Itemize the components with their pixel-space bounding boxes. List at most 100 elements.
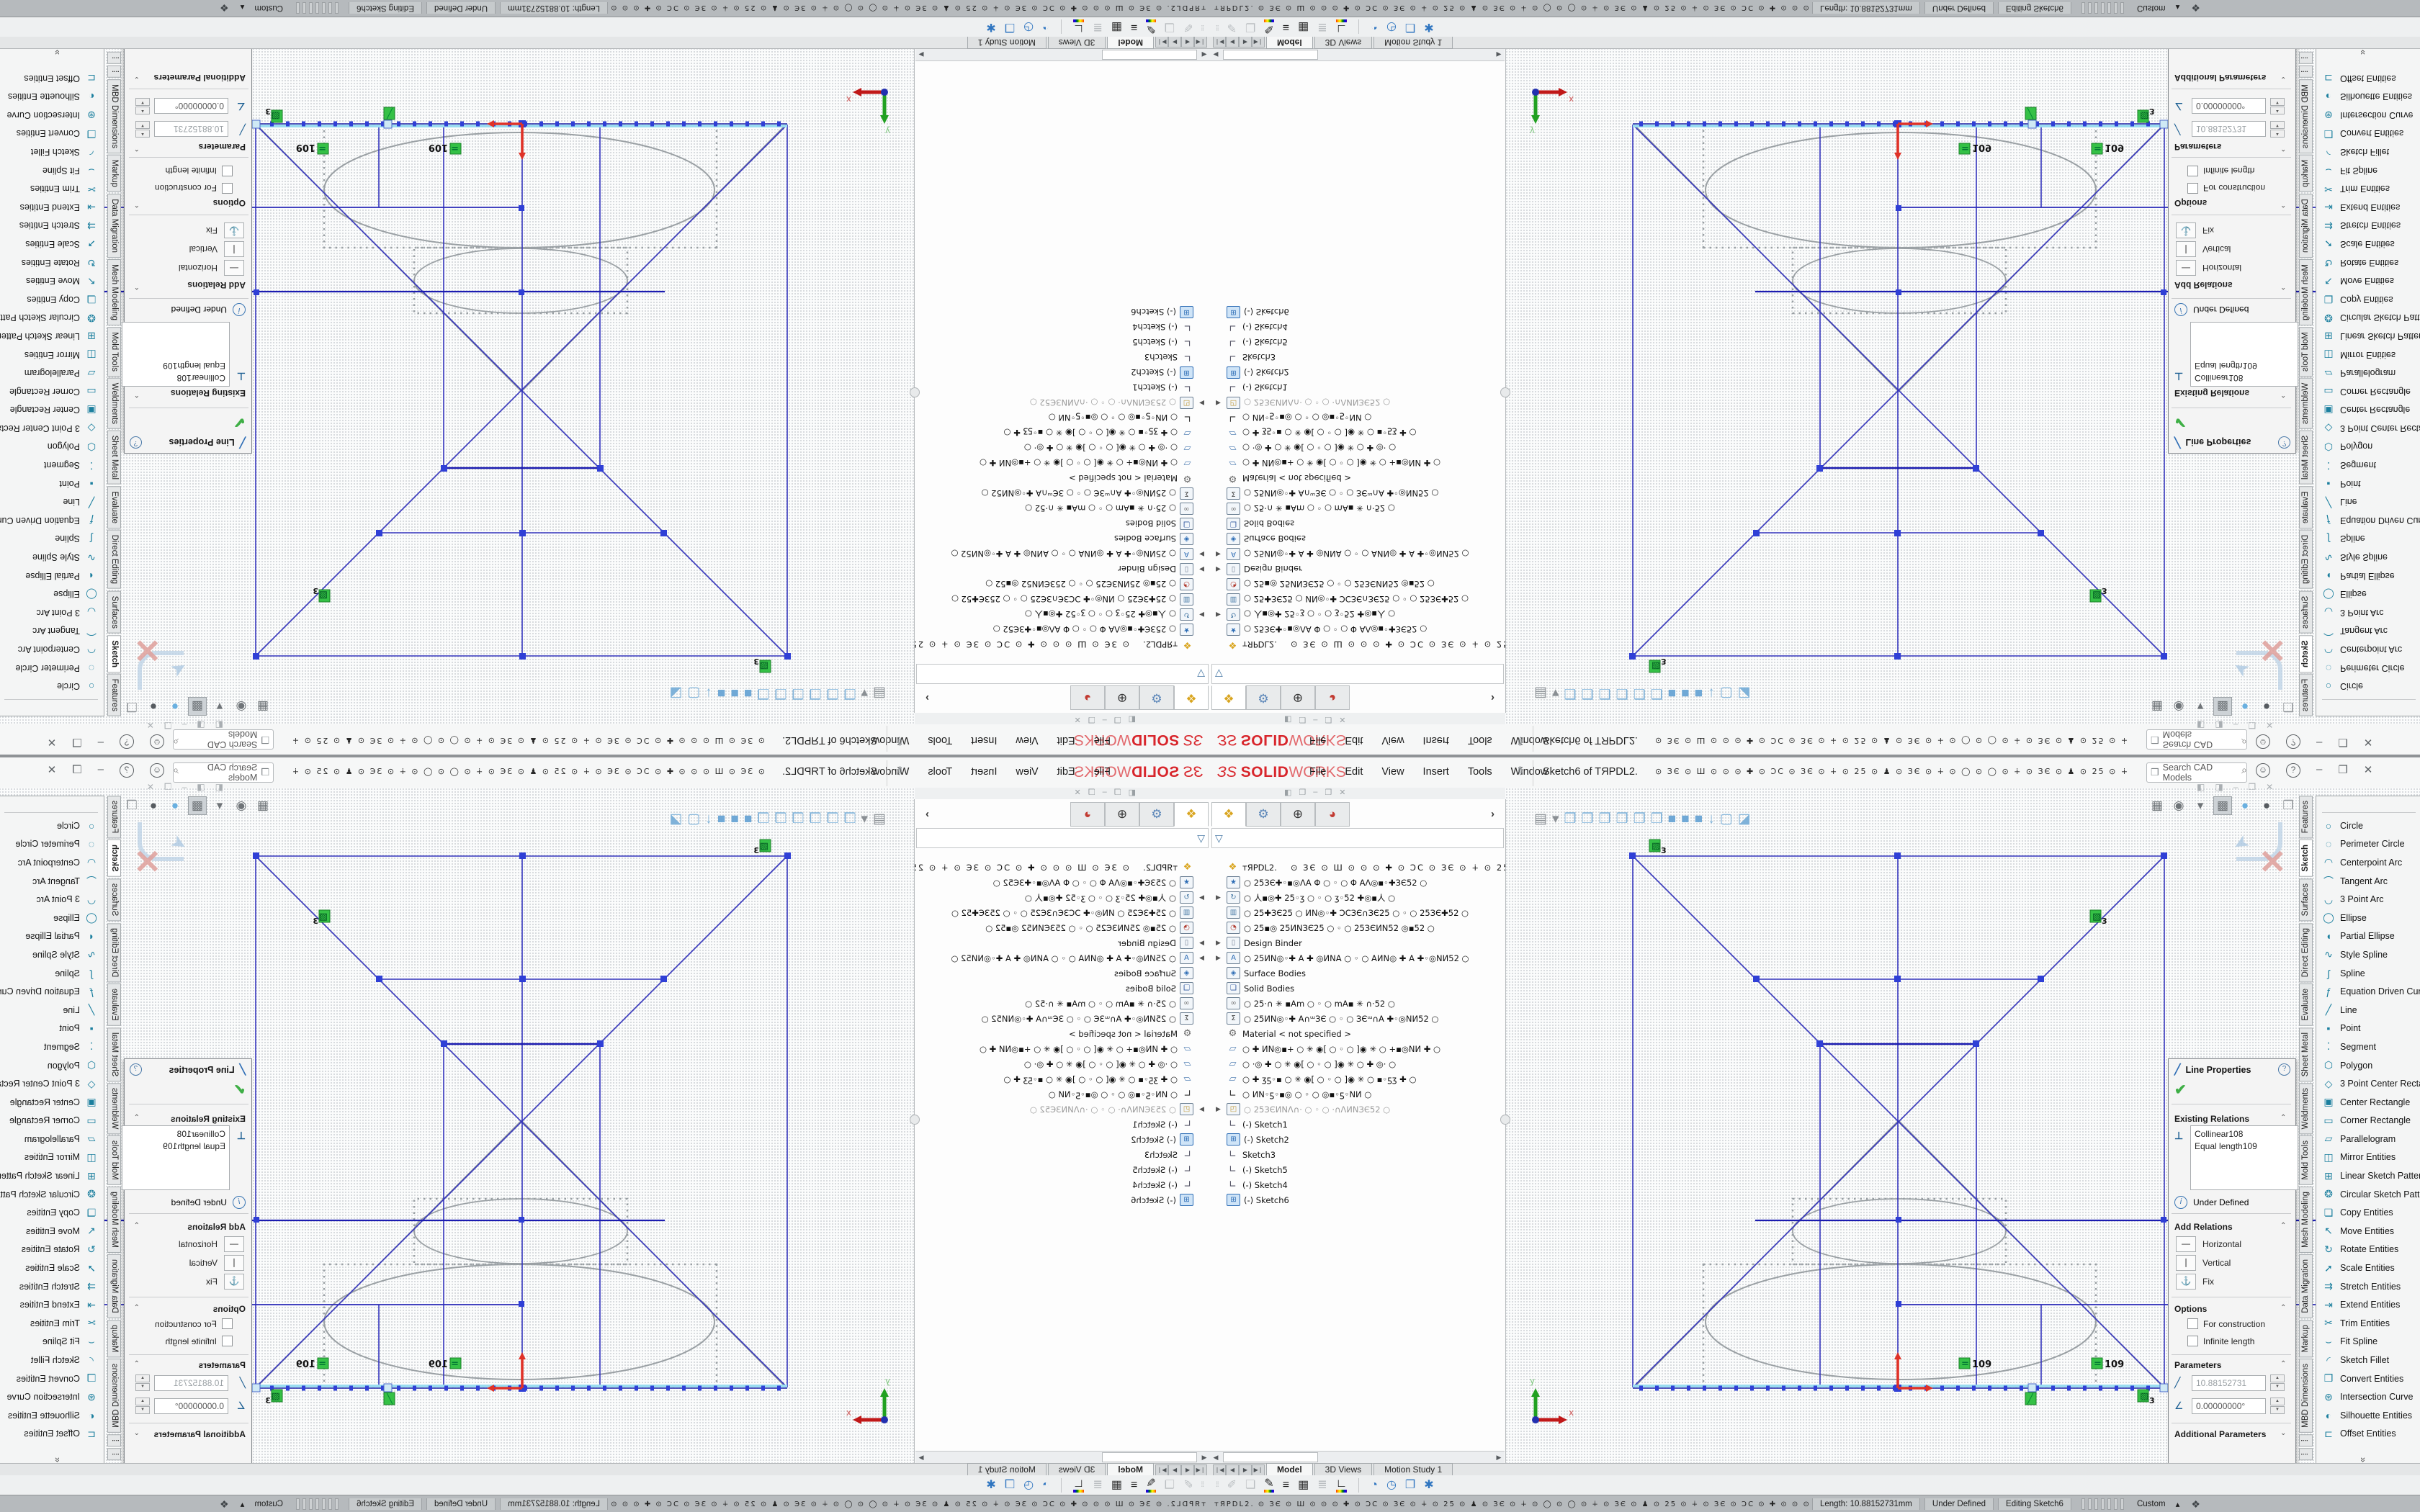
tool-extend-entities[interactable]: ⇥Extend Entities xyxy=(0,1295,104,1314)
add-relations-header[interactable]: Add Relations xyxy=(187,280,246,290)
tool-parallelogram[interactable]: ▱Parallelogram xyxy=(0,1130,104,1148)
tool-convert-entities[interactable]: ❒Convert Entities xyxy=(2316,125,2420,143)
doc-tab-motion-study-1[interactable]: Motion Study 1 xyxy=(1373,1463,1453,1476)
tool-point[interactable]: ▪Point xyxy=(0,474,104,493)
view-cube-icon[interactable]: ▤ xyxy=(1534,685,1547,701)
tool-perimeter-circle[interactable]: ◌Perimeter Circle xyxy=(2316,835,2420,854)
tool-trim-entities[interactable]: ✂Trim Entities xyxy=(0,1314,104,1333)
checkbox-icon[interactable] xyxy=(2187,1318,2198,1329)
help-icon[interactable]: ? xyxy=(2278,436,2290,449)
menu-view[interactable]: View xyxy=(1016,734,1038,746)
tool-circular-sketch-pattern[interactable]: ❂Circular Sketch Pattern xyxy=(2316,1185,2420,1204)
tool-equation-driven-curve[interactable]: ƒEquation Driven Curve xyxy=(0,511,104,530)
clock-icon[interactable]: ◷ xyxy=(1386,1480,1397,1491)
spinner-buttons[interactable]: ▲▼ xyxy=(135,121,150,138)
tool-style-spline[interactable]: ∿Style Spline xyxy=(0,945,104,964)
dimxpert-icon[interactable]: ⊕ xyxy=(1281,802,1315,827)
user-icon[interactable]: ☺ xyxy=(2256,734,2270,749)
view-cube-icon[interactable]: ❒ xyxy=(843,685,856,701)
tool-move-entities[interactable]: ↖Move Entities xyxy=(0,1222,104,1241)
view-cube-icon[interactable]: ▢ xyxy=(687,685,700,701)
view-cube-icon[interactable]: ▾ xyxy=(1552,811,1559,827)
view-cube-icon[interactable]: ❒ xyxy=(792,685,804,701)
command-tab-evaluate[interactable]: Evaluate xyxy=(2299,984,2313,1026)
checkbox-icon[interactable] xyxy=(222,166,233,176)
sheets-icon[interactable]: ❏ xyxy=(1165,22,1175,33)
tool-scale-entities[interactable]: ➚Scale Entities xyxy=(2316,235,2420,253)
tool-move-entities[interactable]: ↖Move Entities xyxy=(2316,271,2420,290)
document-window-controls[interactable]: ◧◨–❐✕ xyxy=(147,782,223,792)
profile-caret-icon[interactable]: ▴ xyxy=(2176,3,2180,13)
tree-row[interactable]: ⚙Material < not specified > xyxy=(915,1026,1210,1041)
menu-file[interactable]: File xyxy=(1309,766,1326,778)
view-cube-icon[interactable]: ◪ xyxy=(669,685,682,701)
command-tab-weldments[interactable]: Weldments xyxy=(107,378,121,429)
view-cube-icon[interactable]: ■ xyxy=(1695,811,1703,827)
sheets-icon[interactable]: ❏ xyxy=(1245,1480,1255,1491)
tree-row[interactable]: ▶◰○ 25ЗЄИNΛ∩· ○ ◦ ○ ·∩ΛИNЗЄ52 ○ xyxy=(1210,395,1505,410)
tool-3-point-arc[interactable]: ◡3 Point Arc xyxy=(0,890,104,909)
child-window-control-icon[interactable]: ◨ xyxy=(2215,782,2223,792)
tree-horizontal-scrollbar[interactable]: ◀ ▶ xyxy=(915,1451,1210,1463)
command-tab-direct-editing[interactable]: Direct Editing xyxy=(107,923,121,982)
menu-edit[interactable]: Edit xyxy=(1345,766,1363,778)
panel-chevron-icon[interactable]: › xyxy=(1491,808,1494,820)
panel-chevron-icon[interactable]: › xyxy=(926,692,929,704)
tool-segment[interactable]: ⁚Segment xyxy=(0,456,104,474)
small-ellipse[interactable] xyxy=(414,248,627,313)
restore-icon[interactable]: ❐ xyxy=(2338,734,2347,749)
tool-equation-driven-curve[interactable]: ƒEquation Driven Curve xyxy=(0,982,104,1001)
tree-row[interactable]: ◈Surface Bodies xyxy=(915,531,1210,546)
tool-mirror-entities[interactable]: ◫Mirror Entities xyxy=(0,346,104,364)
filter-gray-icon[interactable]: ≣ xyxy=(1093,1480,1102,1491)
tree-row[interactable]: ∞○ 25·∩ ✳ ▪Аm ○ ◦ ○ mА▪ ✳ ∩·52 ○ xyxy=(915,996,1210,1011)
command-tab-features[interactable]: Features xyxy=(2299,674,2313,716)
grid-icon[interactable]: ▦ xyxy=(1111,22,1122,33)
option-infinite-length[interactable]: Infinite length xyxy=(2187,166,2254,176)
view-cubes-toolbar[interactable]: ▤▾❒❒❒❒❒❒■■■↓▢◪ xyxy=(1534,811,1751,827)
tree-row[interactable]: ⊞(-) Sketch6 xyxy=(1210,305,1505,320)
line-endpoint-handle[interactable] xyxy=(252,120,260,128)
tool-tangent-arc[interactable]: ⌒Tangent Arc xyxy=(2316,872,2420,891)
tool-linear-sketch-pattern[interactable]: ⊞Linear Sketch Pattern xyxy=(0,327,104,346)
command-tab-direct-editing[interactable]: Direct Editing xyxy=(107,530,121,589)
panel-chevron-icon[interactable]: › xyxy=(1491,692,1494,704)
tool-polygon[interactable]: ⬡Polygon xyxy=(2316,438,2420,456)
hide-show-eye-icon[interactable]: ◉ xyxy=(2170,698,2187,715)
tab-nav-icon[interactable]: ❘◀ xyxy=(1194,1464,1207,1476)
tool-point[interactable]: ▪Point xyxy=(2316,474,2420,493)
view-cube-icon[interactable]: ❒ xyxy=(809,811,821,827)
tab-nav-icon[interactable]: ❘◀ xyxy=(1213,36,1226,48)
tree-row[interactable]: ⚙Material < not specified > xyxy=(1210,1026,1505,1041)
tree-row[interactable]: ▱○ ✚ ʒƽ◦▪ ○ ✳ ◉[ ○ ◦ ○ ]◉ ✳ ○ ▪◦ƽʒ ✚ ○ xyxy=(915,426,1210,441)
tool-tangent-arc[interactable]: ⌒Tangent Arc xyxy=(2316,622,2420,641)
help-icon[interactable]: ? xyxy=(2286,734,2300,749)
tree-row[interactable]: ▱○ ✚ ИN◎▪+ ○ ✳ ◉[ ○ ◦ ○ ]◉ ✳ ○ +▪◎NИ ✚ ○ xyxy=(915,456,1210,471)
view-cubes-toolbar[interactable]: ▤▾❒❒❒❒❒❒■■■↓▢◪ xyxy=(1534,685,1751,701)
view-cube-icon[interactable]: ↓ xyxy=(1708,685,1715,701)
line-endpoint-handle[interactable] xyxy=(2028,1384,2036,1392)
tree-row[interactable]: ★○ 25ЗЄ✚◦▪◎ΛА Φ ○ ◦ ○ Φ АΛ◎▪◦✚ЗЄ52 ○ xyxy=(1210,622,1505,637)
tool-trim-entities[interactable]: ✂Trim Entities xyxy=(2316,179,2420,198)
view-cube-icon[interactable]: ▤ xyxy=(873,811,886,827)
tool-circular-sketch-pattern[interactable]: ❂Circular Sketch Pattern xyxy=(2316,309,2420,328)
tool-intersection-curve[interactable]: ⊛Intersection Curve xyxy=(0,106,104,125)
tree-filter-input[interactable]: ▽ xyxy=(1211,828,1504,848)
folder-check-icon[interactable]: ❐ xyxy=(1005,1480,1015,1491)
tool-3-point-arc[interactable]: ◡3 Point Arc xyxy=(2316,603,2420,622)
relation-item[interactable]: Equal length109 xyxy=(2195,1140,2294,1153)
existing-relations-header[interactable]: Existing Relations xyxy=(2174,388,2249,398)
search-input[interactable]: ❒ Search CAD Models xyxy=(2146,729,2247,750)
command-tab-evaluate[interactable]: Evaluate xyxy=(107,984,121,1026)
tool-line[interactable]: ╱Line xyxy=(2316,492,2420,511)
child-window-control-icon[interactable]: ◨ xyxy=(2215,720,2223,730)
tool-segment[interactable]: ⁚Segment xyxy=(2316,456,2420,474)
small-ellipse[interactable] xyxy=(414,1199,627,1264)
blue-sketch-lines[interactable] xyxy=(1633,856,2164,1387)
tree-row[interactable]: ◈Surface Bodies xyxy=(1210,966,1505,981)
tree-row[interactable]: ▶◰○ 25ЗЄИNΛ∩· ○ ◦ ○ ·∩ΛИNЗЄ52 ○ xyxy=(915,1102,1210,1117)
tool-offset-entities[interactable]: ⊏Offset Entities xyxy=(2316,69,2420,88)
checkbox-icon[interactable] xyxy=(2187,183,2198,194)
tree-row[interactable]: ⊞(-) Sketch2 xyxy=(1210,365,1505,380)
command-tab-sketch[interactable]: Sketch xyxy=(107,635,121,672)
